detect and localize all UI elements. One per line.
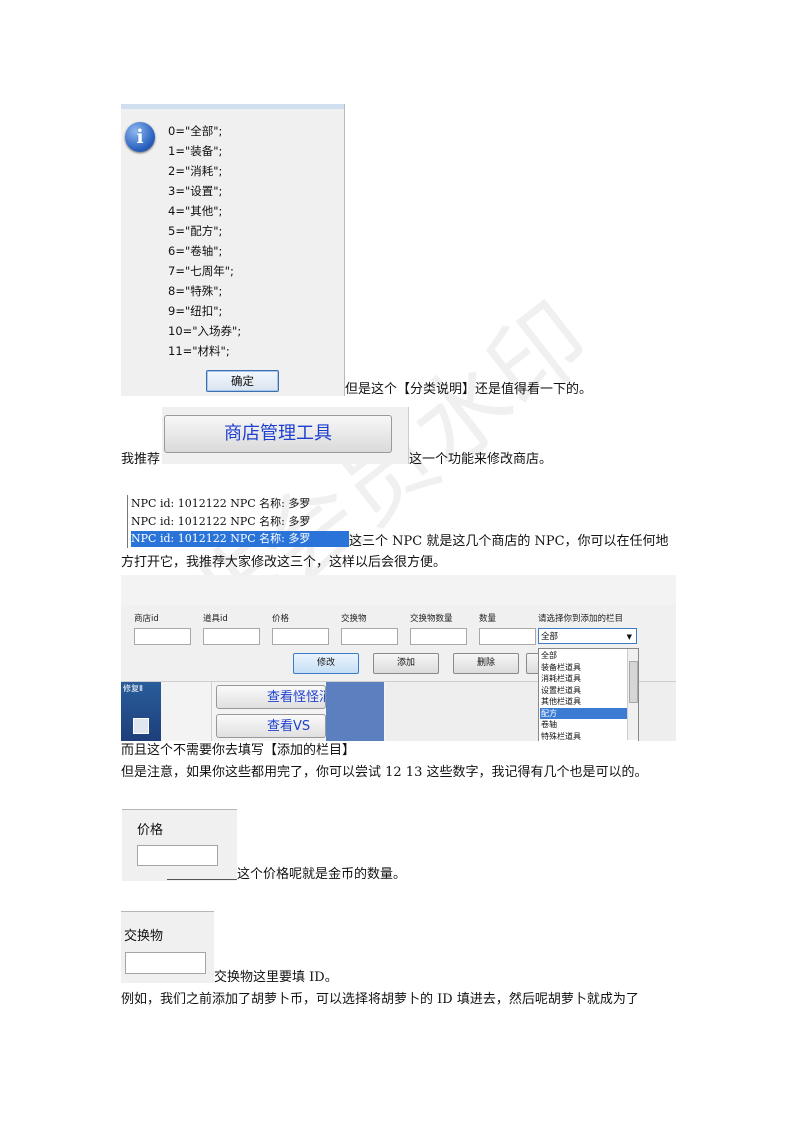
category-line: 2="消耗"; — [168, 164, 223, 178]
dropdown-scrollbar[interactable] — [627, 649, 638, 740]
view-monster-button[interactable]: 查看怪怪消 — [216, 685, 326, 709]
desktop-strip: 修复Ⅱ — [121, 682, 161, 741]
desktop-label: 修复Ⅱ — [123, 684, 143, 693]
paragraph-npc-line2: 方打开它，我推荐大家修改这三个，这样以后会很方便。 — [121, 555, 447, 570]
category-line: 1="装备"; — [168, 144, 223, 158]
exchange-field-label: 交换物 — [124, 929, 164, 944]
npc-list: NPC id: 1012122 NPC 名称: 多罗 NPC id: 10121… — [127, 495, 351, 548]
paragraph-npc-line1: 这三个 NPC 就是这几个商店的 NPC，你可以在任何地 — [349, 534, 669, 549]
paragraph-exchange: 交换物这里要填 ID。 — [214, 970, 338, 985]
category-line: 6="卷轴"; — [168, 244, 223, 258]
exchange-label: 交换物 — [341, 614, 367, 624]
item-id-label: 道具id — [203, 614, 228, 624]
info-icon: i — [125, 122, 155, 152]
npc-list-item[interactable]: NPC id: 1012122 NPC 名称: 多罗 — [131, 514, 349, 530]
shop-management-tool-button[interactable]: 商店管理工具 — [164, 415, 392, 453]
delete-button[interactable]: 删除 — [453, 653, 519, 674]
dropdown-option[interactable]: 消耗栏道具 — [540, 673, 628, 685]
category-line: 7="七周年"; — [168, 264, 234, 278]
dropdown-option[interactable]: 特殊栏道具 — [540, 731, 628, 742]
shop-tool-image: 商店管理工具 — [162, 407, 409, 464]
npc-list-item[interactable]: NPC id: 1012122 NPC 名称: 多罗 — [131, 496, 349, 512]
category-select-label: 请选择你到添加的栏目 — [538, 614, 624, 624]
category-line: 8="特殊"; — [168, 284, 223, 298]
price-field-label: 价格 — [137, 823, 164, 838]
shop-tool-screenshot: 商店id 道具id 价格 交换物 交换物数量 数量 请选择你到添加的栏目 全部 … — [121, 575, 676, 741]
shop-id-input[interactable] — [134, 628, 191, 645]
exchange-qty-label: 交换物数量 — [410, 614, 453, 624]
category-message-box: i 0="全部"; 1="装备"; 2="消耗"; 3="设置"; 4="其他"… — [121, 104, 345, 396]
view-vs-button[interactable]: 查看VS — [216, 714, 326, 738]
item-id-input[interactable] — [203, 628, 260, 645]
category-line: 11="材料"; — [168, 344, 230, 358]
price-field-input[interactable] — [137, 845, 218, 866]
divider — [211, 682, 212, 741]
dropdown-option[interactable]: 设置栏道具 — [540, 685, 628, 697]
category-dropdown-list: 全部 装备栏道具 消耗栏道具 设置栏道具 其他栏道具 配方 卷轴 特殊栏道具 — [538, 648, 639, 741]
dropdown-option[interactable]: 卷轴 — [540, 719, 628, 731]
price-field-image: 价格 — [122, 809, 237, 881]
blue-panel — [326, 682, 384, 741]
paragraph-category-note: 但是这个【分类说明】还是值得看一下的。 — [345, 382, 593, 397]
npc-list-item-selected[interactable]: NPC id: 1012122 NPC 名称: 多罗 — [131, 531, 349, 547]
scrollbar-thumb[interactable] — [629, 661, 638, 703]
titlebar-strip — [121, 104, 344, 109]
quantity-input[interactable] — [479, 628, 536, 645]
exchange-field-image: 交换物 — [121, 911, 214, 983]
dropdown-option[interactable]: 其他栏道具 — [540, 696, 628, 708]
paragraph-example: 例如，我们之前添加了胡萝卜币，可以选择将胡萝卜的 ID 填进去，然后呢胡萝卜就成… — [121, 992, 639, 1007]
category-line: 0="全部"; — [168, 124, 223, 138]
category-dropdown-value: 全部 — [541, 632, 559, 642]
category-line: 5="配方"; — [168, 224, 223, 238]
exchange-qty-input[interactable] — [410, 628, 467, 645]
divider — [167, 879, 237, 880]
exchange-input[interactable] — [341, 628, 398, 645]
price-label: 价格 — [272, 614, 290, 624]
paragraph-no-category: 而且这个不需要你去填写【添加的栏目】 — [121, 743, 356, 758]
chevron-down-icon: ▼ — [626, 633, 632, 641]
paragraph-recommend-suffix: 这一个功能来修改商店。 — [409, 452, 553, 467]
category-line: 10="入场券"; — [168, 324, 242, 338]
dropdown-option-selected[interactable]: 配方 — [540, 707, 628, 719]
price-input[interactable] — [272, 628, 329, 645]
modify-button[interactable]: 修改 — [293, 653, 359, 674]
paragraph-recommend-prefix: 我推荐 — [121, 452, 161, 467]
category-dropdown[interactable]: 全部 ▼ — [538, 628, 637, 644]
dropdown-option[interactable]: 装备栏道具 — [540, 662, 628, 674]
quantity-label: 数量 — [479, 614, 497, 624]
paragraph-price: 这个价格呢就是金币的数量。 — [237, 867, 407, 882]
add-button[interactable]: 添加 — [373, 653, 439, 674]
category-line: 9="纽扣"; — [168, 304, 223, 318]
dropdown-option[interactable]: 全部 — [540, 650, 628, 662]
shortcut-icon — [133, 718, 149, 734]
ok-button[interactable]: 确定 — [206, 370, 279, 392]
tool-top-area — [121, 575, 676, 606]
paragraph-try-numbers: 但是注意，如果你这些都用完了，你可以尝试 12 13 这些数字，我记得有几个也是… — [121, 765, 648, 780]
category-line: 4="其他"; — [168, 204, 223, 218]
exchange-field-input[interactable] — [125, 952, 206, 974]
category-line: 3="设置"; — [168, 184, 223, 198]
shop-id-label: 商店id — [134, 614, 159, 624]
